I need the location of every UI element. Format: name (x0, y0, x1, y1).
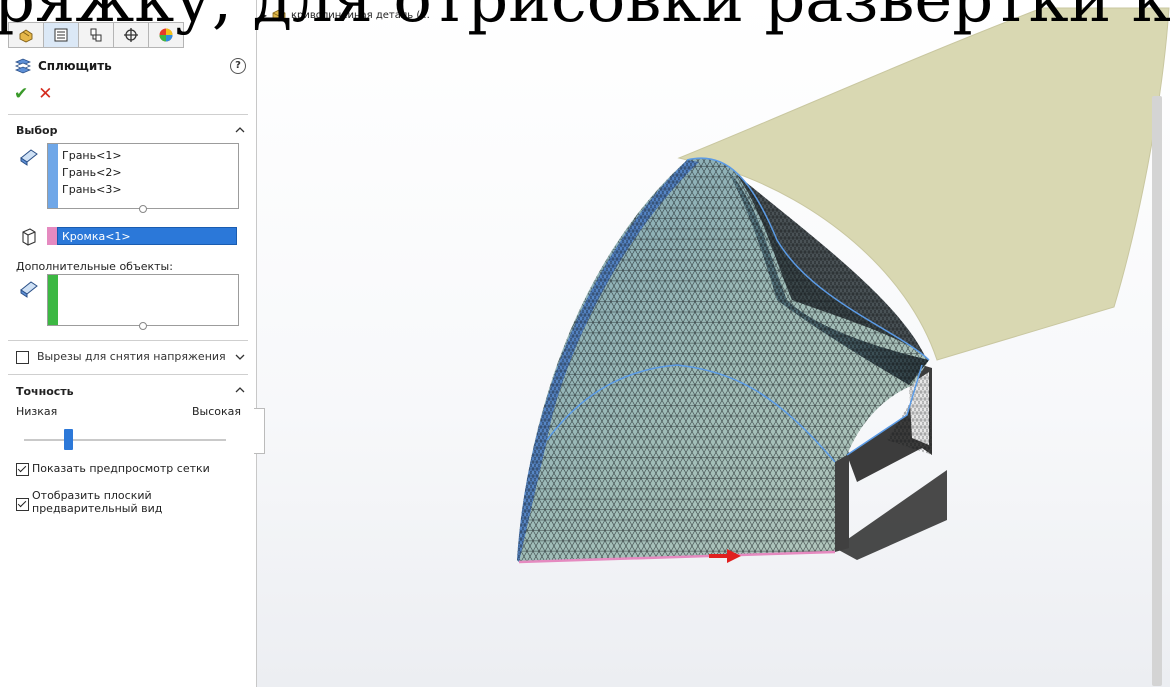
relief-cuts-checkbox[interactable] (16, 351, 29, 364)
manager-tabs (8, 22, 184, 48)
property-manager: Сплющить ? ✔ ✕ Выбор Грань<1> Грань<2> Г… (0, 0, 257, 687)
ok-button[interactable]: ✔ (14, 84, 28, 104)
tab-dimxpert[interactable] (114, 22, 149, 48)
flatten-icon (14, 58, 32, 74)
feature-title: Сплющить (38, 59, 112, 73)
accuracy-low-label: Низкая (16, 405, 58, 418)
additional-objects-listbox[interactable] (47, 274, 239, 330)
resize-grip[interactable] (139, 205, 147, 213)
feature-header: Сплющить ? (14, 56, 246, 76)
selection-section-title[interactable]: Выбор (16, 124, 57, 137)
chevron-up-icon[interactable] (234, 384, 246, 396)
property-manager-icon (54, 28, 68, 42)
list-item[interactable]: Грань<1> (62, 147, 122, 164)
face-selection-icon (20, 149, 38, 166)
accuracy-section-title[interactable]: Точность (16, 385, 74, 398)
additional-color-strip (48, 275, 58, 325)
cancel-button[interactable]: ✕ (38, 84, 52, 104)
relief-cuts-label[interactable]: Вырезы для снятия напряжения (37, 350, 226, 363)
configuration-manager-icon (90, 28, 102, 42)
divider (8, 114, 248, 115)
divider (8, 340, 248, 341)
show-mesh-label[interactable]: Показать предпросмотр сетки (32, 462, 210, 475)
show-mesh-checkbox[interactable] (16, 463, 29, 476)
edge-value[interactable]: Кромка<1> (57, 227, 237, 245)
list-item[interactable]: Грань<2> (62, 164, 122, 181)
edge-color-strip (47, 227, 57, 245)
edge-field[interactable]: Кромка<1> (47, 227, 237, 245)
show-flat-label[interactable]: Отобразить плоский предварительный вид (32, 489, 182, 515)
tab-display-manager[interactable] (149, 22, 184, 48)
list-item[interactable]: Грань<3> (62, 181, 122, 198)
additional-objects-label: Дополнительные объекты: (16, 260, 173, 273)
divider (8, 374, 248, 375)
accuracy-high-label: Высокая (192, 405, 242, 418)
side-flange (835, 452, 849, 552)
part-icon (272, 9, 286, 22)
model-view[interactable] (257, 0, 1170, 687)
chevron-up-icon[interactable] (234, 124, 246, 136)
display-manager-icon (159, 28, 173, 42)
faces-color-strip (48, 144, 58, 208)
accuracy-slider-track[interactable] (24, 439, 226, 441)
additional-selection-icon (20, 281, 38, 298)
tab-feature-manager[interactable] (8, 22, 44, 48)
resize-grip[interactable] (139, 322, 147, 330)
expand-arrow-icon[interactable]: ▸ (263, 11, 267, 20)
help-icon[interactable]: ? (230, 58, 246, 74)
edge-selection-icon (22, 228, 36, 246)
feature-tree-part[interactable]: ▸ криволинеиная деталь (... (263, 8, 430, 22)
panel-resize-handle[interactable] (254, 408, 265, 454)
vertical-scrollbar[interactable] (1152, 96, 1162, 686)
tab-configuration-manager[interactable] (79, 22, 114, 48)
feature-manager-icon (19, 29, 33, 43)
faces-listbox[interactable]: Грань<1> Грань<2> Грань<3> (47, 143, 239, 213)
ok-cancel-row: ✔ ✕ (14, 84, 53, 104)
show-flat-checkbox[interactable] (16, 498, 29, 511)
chevron-down-icon[interactable] (234, 351, 246, 363)
tab-property-manager[interactable] (44, 22, 79, 48)
accuracy-slider-thumb[interactable] (64, 429, 74, 450)
dimxpert-icon (124, 28, 138, 42)
part-name: криволинеиная деталь (... (291, 9, 430, 21)
